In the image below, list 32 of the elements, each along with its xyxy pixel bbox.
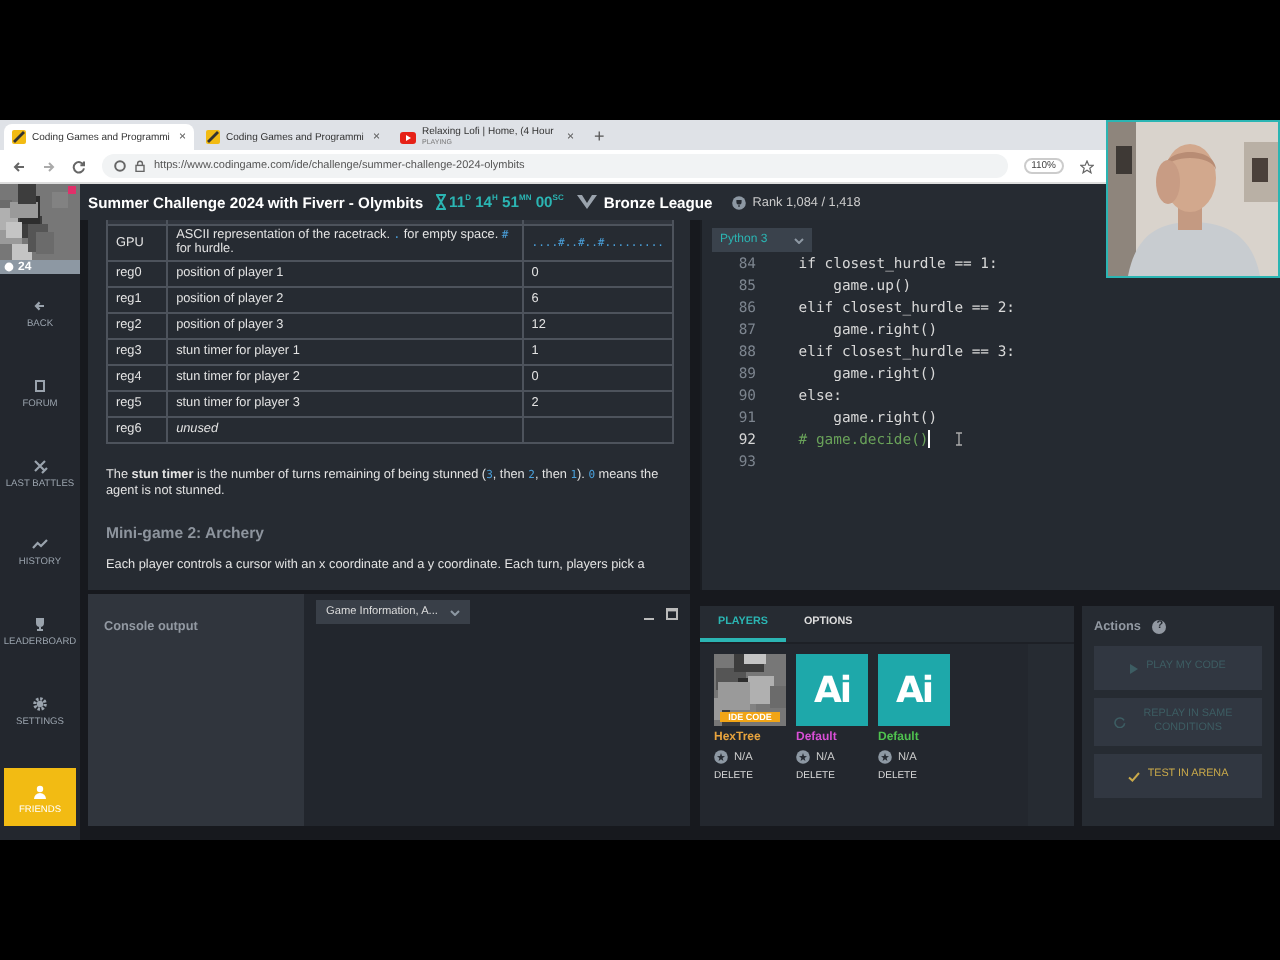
site-logo-icon: [206, 130, 220, 144]
text-cursor-icon: [954, 432, 965, 446]
check-icon: [1127, 771, 1140, 781]
replay-icon: [1114, 716, 1126, 728]
hourglass-icon: [435, 194, 446, 210]
rank-star-icon: [796, 750, 810, 764]
ai-avatar: Ai: [878, 654, 950, 726]
back-icon: [32, 298, 48, 314]
person-icon: [32, 783, 48, 800]
chevron-icon: [575, 194, 598, 210]
battles-icon: [32, 457, 48, 474]
rank-star-icon: [878, 750, 892, 764]
forum-icon: [32, 377, 48, 394]
video-logo-icon: [400, 131, 416, 143]
new-tab-button[interactable]: +: [586, 125, 613, 145]
trophy-icon: [32, 616, 48, 633]
history-icon: [32, 536, 48, 553]
lock-icon: [134, 160, 146, 172]
caret-icon: [449, 609, 460, 615]
caret-icon: [794, 237, 804, 243]
rank-star-icon: [714, 750, 728, 764]
star-icon[interactable]: [1080, 159, 1094, 173]
back-icon[interactable]: [12, 159, 26, 173]
play-icon: [1130, 663, 1139, 673]
trophy-icon: [732, 195, 747, 209]
reload-icon[interactable]: [72, 159, 86, 173]
text-cursor: [928, 430, 931, 448]
site-logo-icon: [12, 130, 26, 144]
ai-avatar: Ai: [796, 654, 868, 726]
info-icon: [114, 160, 126, 172]
maximize-icon[interactable]: [666, 608, 678, 620]
settings-icon: [32, 696, 48, 713]
